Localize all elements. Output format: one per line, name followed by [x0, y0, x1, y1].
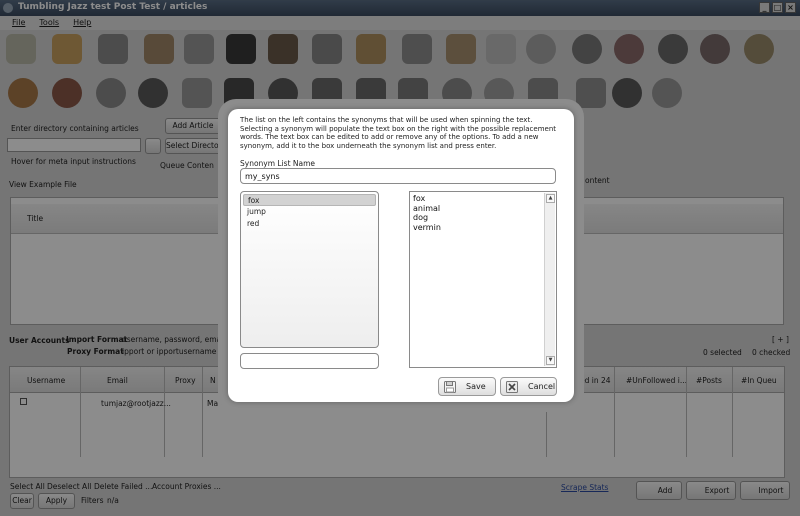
- replacement-line: animal: [413, 203, 441, 213]
- replacement-line: dog: [413, 213, 429, 222]
- scroll-up-arrow-icon[interactable]: ▲: [546, 194, 555, 203]
- synonym-item-red[interactable]: red: [243, 218, 376, 230]
- cancel-button[interactable]: Cancel: [500, 377, 557, 396]
- save-button-label: Save: [466, 382, 486, 391]
- synonym-list[interactable]: fox jump red: [240, 191, 379, 348]
- scroll-down-arrow-icon[interactable]: ▼: [546, 356, 555, 365]
- synonym-dialog: The list on the left contains the synony…: [228, 109, 574, 402]
- cancel-x-icon: [506, 380, 518, 393]
- synonym-item-jump[interactable]: jump: [243, 206, 376, 218]
- list-name-label: Synonym List Name: [240, 159, 316, 168]
- dialog-instructions: The list on the left contains the synony…: [240, 116, 556, 150]
- cancel-button-label: Cancel: [528, 382, 556, 391]
- synonym-item-fox[interactable]: fox: [243, 194, 376, 206]
- replacement-line: vermin: [413, 222, 441, 232]
- list-name-input[interactable]: [240, 168, 556, 184]
- replacement-words-textbox[interactable]: fox animal dog vermin ▲ ▼: [409, 191, 557, 368]
- replacement-line: fox: [413, 194, 426, 203]
- save-button[interactable]: Save: [438, 377, 496, 396]
- replacement-scrollbar[interactable]: ▲ ▼: [544, 193, 555, 366]
- save-disk-icon: [444, 380, 456, 393]
- new-synonym-input[interactable]: [240, 353, 379, 369]
